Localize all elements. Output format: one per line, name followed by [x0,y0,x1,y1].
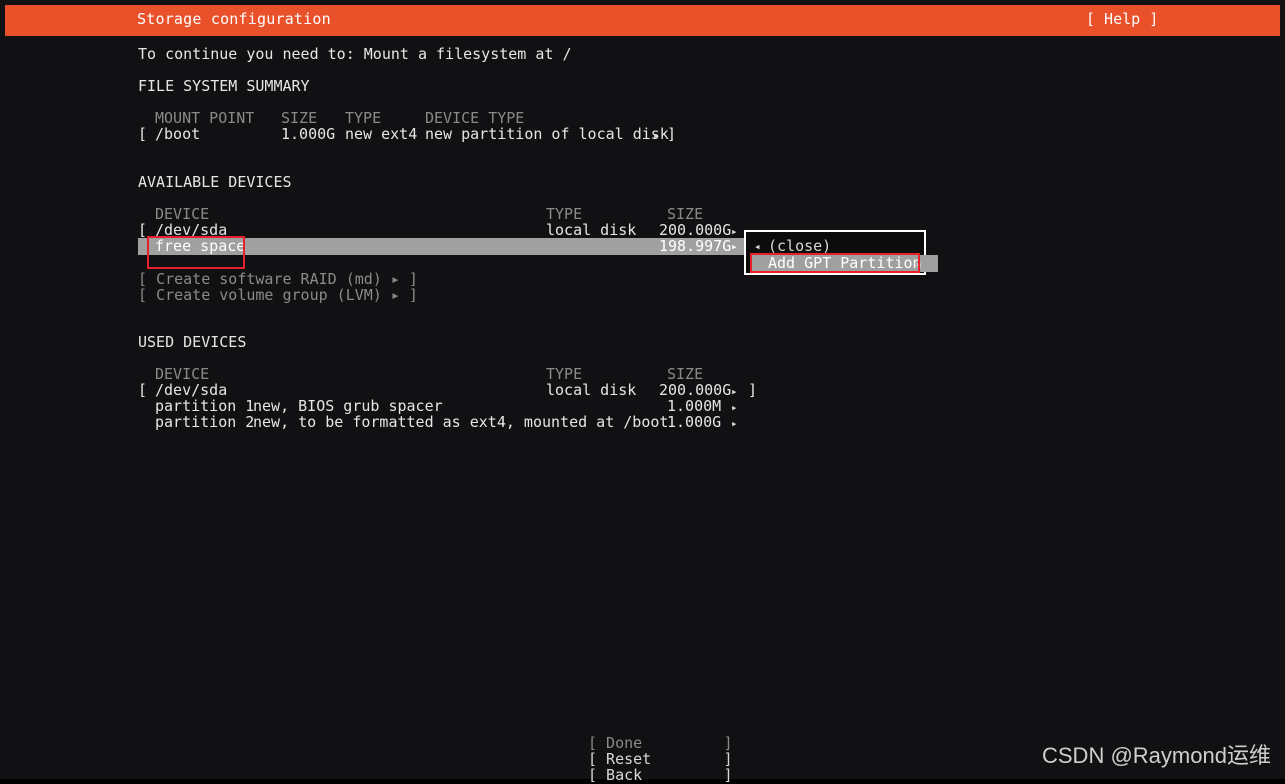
cell-size: 1.000G [281,125,336,143]
continue-notice: To continue you need to: Mount a filesys… [138,45,572,63]
column-header-size: SIZE [281,109,318,127]
terminal-screen: Storage configuration [ Help ] To contin… [0,0,1285,783]
cell-device: free space [155,237,246,255]
column-header-type: TYPE [345,109,382,127]
cell-detail: new, BIOS grub spacer [253,397,443,415]
column-header-mount-point: MOUNT POINT [155,109,255,127]
cell-size: 200.000G [659,221,732,239]
row-close-bracket: ] [667,125,677,143]
available-column-header-type: TYPE [546,205,583,223]
create-software-raid-action[interactable]: [ Create software RAID (md) ▸ ] [138,271,418,287]
expand-arrow-icon[interactable]: ▸ [731,400,738,416]
expand-arrow-icon[interactable]: ▸ [731,416,738,432]
used-devices-heading: USED DEVICES [138,333,247,351]
expand-arrow-icon[interactable]: ▸ [731,240,738,253]
menu-item-add-gpt-partition[interactable]: Add GPT Partition [752,255,938,272]
cell-type: new ext4 [345,125,418,143]
cell-detail: new, to be formatted as ext4, mounted at… [253,413,669,431]
cell-device: partition 1 [155,397,255,415]
available-devices-heading: AVAILABLE DEVICES [138,173,292,191]
watermark: CSDN @Raymond运维 [1042,743,1271,768]
cell-device: /dev/sda [155,381,228,399]
used-column-header-device: DEVICE [155,365,210,383]
expand-arrow-icon[interactable]: ▸ [653,128,660,144]
cell-mount-point: /boot [155,125,201,143]
row-open-bracket: [ [138,125,148,143]
page-title: Storage configuration [137,10,331,28]
available-column-header-device: DEVICE [155,205,210,223]
cell-device: partition 2 [155,413,255,431]
cell-size: 200.000G [659,381,732,399]
expand-arrow-icon[interactable]: ▸ [731,384,738,400]
row-open-bracket: [ [138,381,148,399]
title-bar: Storage configuration [ Help ] [5,5,1280,36]
create-volume-group-action[interactable]: [ Create volume group (LVM) ▸ ] [138,287,418,303]
row-close-bracket: ] [748,381,758,399]
cell-size: 198.997G [659,237,732,255]
context-menu-popup[interactable]: ◂ (close) Add GPT Partition ▸ [744,230,938,275]
cell-size: 1.000M [667,397,722,415]
filesystem-summary-heading: FILE SYSTEM SUMMARY [138,77,310,95]
help-button[interactable]: [ Help ] [1086,11,1158,27]
cell-size: 1.000G [667,413,722,431]
menu-item-close[interactable]: (close) [746,238,946,255]
used-column-header-size: SIZE [667,365,704,383]
used-column-header-type: TYPE [546,365,583,383]
available-column-header-size: SIZE [667,205,704,223]
column-header-device-type: DEVICE TYPE [425,109,525,127]
cell-device-type: new partition of local disk [425,125,669,143]
back-button[interactable]: [ Back ] [588,767,733,783]
menu-right-arrow-icon: ▸ [916,258,923,271]
cell-type: local disk [546,221,637,239]
reset-button[interactable]: [ Reset ] [588,751,733,767]
done-button[interactable]: [ Done ] [588,735,733,751]
cell-device: /dev/sda [155,221,228,239]
row-open-bracket: [ [138,221,148,239]
cell-type: local disk [546,381,637,399]
